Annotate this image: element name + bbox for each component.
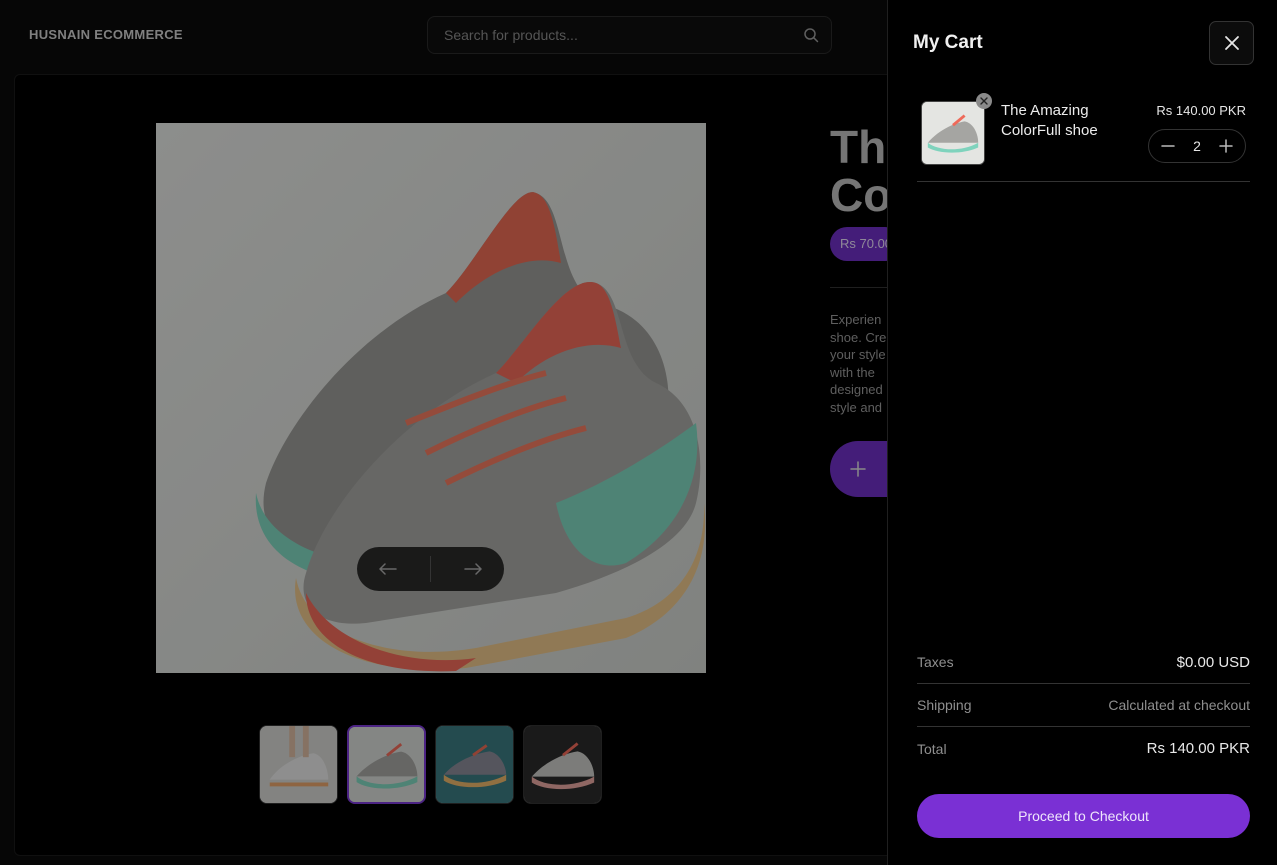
taxes-row: Taxes $0.00 USD xyxy=(917,641,1250,684)
cart-item-name[interactable]: The Amazing ColorFull shoe xyxy=(1001,101,1121,141)
remove-item-button[interactable] xyxy=(976,93,992,109)
total-row: Total Rs 140.00 PKR xyxy=(917,727,1250,770)
quantity-value: 2 xyxy=(1193,138,1201,154)
total-value: Rs 140.00 PKR xyxy=(1146,740,1250,757)
total-label: Total xyxy=(917,740,947,757)
cart-item: The Amazing ColorFull shoe Rs 140.00 PKR… xyxy=(917,91,1250,182)
proceed-to-checkout-button[interactable]: Proceed to Checkout xyxy=(917,794,1250,838)
cart-title: My Cart xyxy=(913,32,983,53)
taxes-value: $0.00 USD xyxy=(1176,653,1250,671)
close-cart-button[interactable] xyxy=(1209,21,1254,65)
shipping-value: Calculated at checkout xyxy=(1108,697,1250,713)
cart-item-price: Rs 140.00 PKR xyxy=(1156,103,1246,118)
cart-drawer: My Cart The Amazing ColorFull shoe Rs 14… xyxy=(887,0,1277,865)
minus-icon xyxy=(1161,145,1175,147)
remove-icon xyxy=(980,97,988,105)
increase-quantity-button[interactable] xyxy=(1217,137,1235,155)
plus-icon xyxy=(1219,139,1233,153)
decrease-quantity-button[interactable] xyxy=(1159,137,1177,155)
close-icon xyxy=(1224,36,1239,50)
taxes-label: Taxes xyxy=(917,654,954,670)
shipping-row: Shipping Calculated at checkout xyxy=(917,684,1250,727)
page: HUSNAIN ECOMMERCE Search for products...… xyxy=(0,0,1277,865)
quantity-stepper: 2 xyxy=(1148,129,1246,163)
cart-item-image[interactable] xyxy=(921,101,985,165)
shipping-label: Shipping xyxy=(917,697,972,713)
